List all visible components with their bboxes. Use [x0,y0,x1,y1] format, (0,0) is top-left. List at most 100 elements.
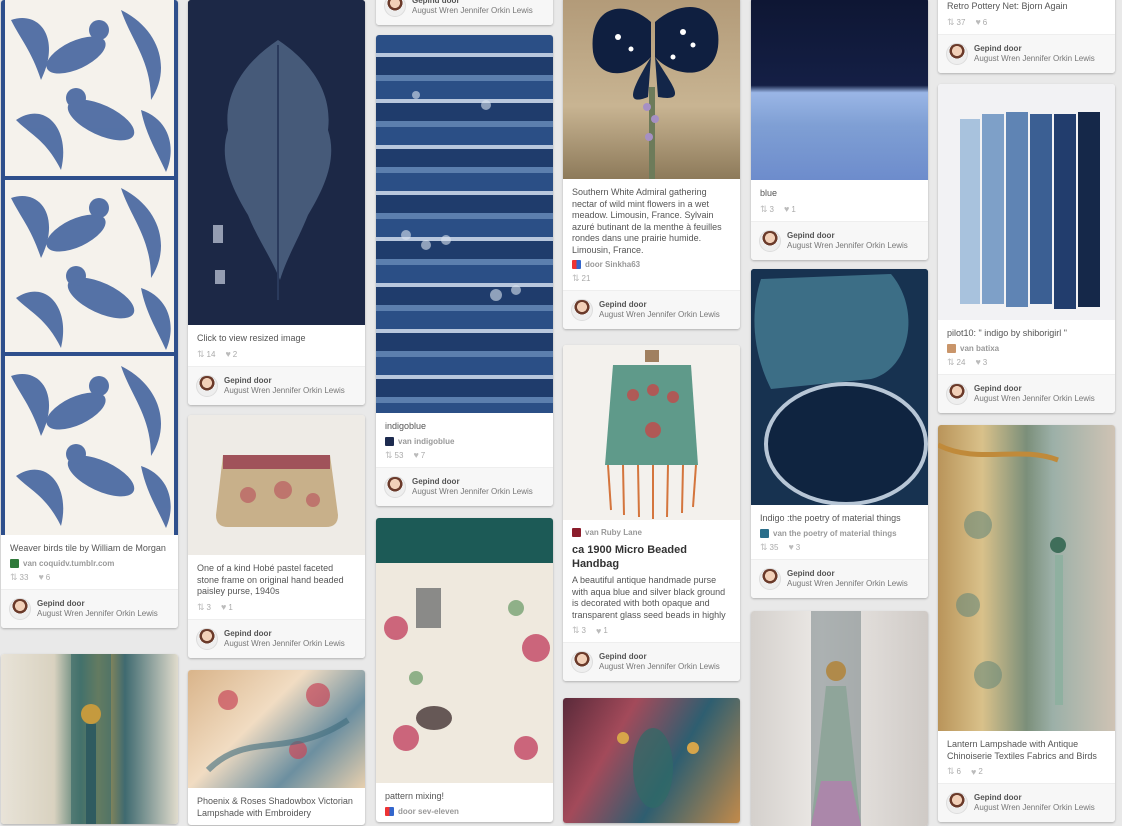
pin-attribution[interactable]: Gepind door August Wren Jennifer Orkin Le… [938,33,1115,73]
pin-image-indigo-ceramics[interactable] [751,269,928,505]
pin-card[interactable]: Phoenix & Roses Shadowbox Victorian Lamp… [188,670,365,825]
board-name[interactable]: August Wren Jennifer Orkin Lewis [224,386,345,395]
pinner-label: Gepind door [599,652,647,661]
pin-source-text[interactable]: van indigoblue [398,437,454,446]
pin-image-weaver-birds-tile[interactable] [1,0,178,535]
pin-image-indigo-swatches[interactable] [938,84,1115,320]
pin-source[interactable]: van Ruby Lane [572,528,731,537]
pin-attribution[interactable]: Gepind door August Wren Jennifer Orkin Le… [938,783,1115,822]
avatar[interactable] [384,0,406,17]
pin-card[interactable]: Indigo :the poetry of material things va… [751,269,928,598]
avatar[interactable] [946,42,968,65]
pin-card[interactable] [751,611,928,826]
pin-card[interactable]: Gepind door August Wren Jennifer Orkin Le… [376,0,553,25]
pin-attribution[interactable]: Gepind door August Wren Jennifer Orkin Le… [751,220,928,260]
pin-source-text[interactable]: van Ruby Lane [585,528,642,537]
pin-image-tassel-lamp[interactable] [751,611,928,826]
board-name[interactable]: August Wren Jennifer Orkin Lewis [412,487,533,496]
pin-image-indigo-fabrics[interactable] [376,35,553,413]
board-name[interactable]: August Wren Jennifer Orkin Lewis [787,241,908,250]
pin-card[interactable]: Weaver birds tile by William de Morgan v… [1,0,178,628]
avatar[interactable] [571,299,593,321]
pin-source-text[interactable]: van batixa [960,344,999,353]
pin-description: A beautiful antique handmade purse with … [572,575,726,620]
board-name[interactable]: August Wren Jennifer Orkin Lewis [974,394,1095,403]
pin-card[interactable]: Southern White Admiral gathering nectar … [563,0,740,329]
pin-attribution[interactable]: Gepind door August Wren Jennifer Orkin Le… [563,642,740,681]
repin-icon: ⇅ [10,571,18,582]
pin-card[interactable]: pilot10: " indigo by shiborigirl " van b… [938,84,1115,413]
avatar[interactable] [946,382,968,405]
board-name[interactable]: August Wren Jennifer Orkin Lewis [974,54,1095,63]
pin-source[interactable]: door Sinkha63 [572,260,731,269]
pinner-label: Gepind door [412,0,460,5]
pin-image-blue-painting[interactable] [751,0,928,180]
pin-image-lantern-lampshade[interactable] [938,425,1115,731]
pin-attribution[interactable]: Gepind door August Wren Jennifer Orkin Le… [188,365,365,405]
pin-image-floral-sink[interactable] [376,518,553,783]
pin-attribution[interactable]: Gepind door August Wren Jennifer Orkin Le… [751,558,928,598]
board-name[interactable]: August Wren Jennifer Orkin Lewis [599,310,720,319]
pinner-label: Gepind door [37,598,85,608]
pin-image-butterfly[interactable] [563,0,740,179]
heart-icon: ♥ [975,357,981,367]
pin-source-text[interactable]: van coquidv.tumblr.com [23,559,114,568]
heart-icon: ♥ [784,204,790,214]
pin-attribution[interactable]: Gepind door August Wren Jennifer Orkin Le… [563,290,740,329]
board-name[interactable]: August Wren Jennifer Orkin Lewis [974,803,1095,812]
pin-source[interactable]: van the poetry of material things [760,528,919,538]
board-name[interactable]: August Wren Jennifer Orkin Lewis [37,609,158,618]
repin-icon: ⇅ [572,273,580,283]
pin-card[interactable]: indigoblue van indigoblue ⇅ 53 ♥ 7 Gepind … [376,35,553,506]
pin-attribution[interactable]: Gepind door August Wren Jennifer Orkin Le… [1,588,178,628]
avatar[interactable] [571,651,593,673]
pin-description: One of a kind Hobé pastel faceted stone … [197,563,344,596]
board-name[interactable]: August Wren Jennifer Orkin Lewis [787,579,908,588]
pin-attribution[interactable]: Gepind door August Wren Jennifer Orkin Le… [376,466,553,506]
pin-image-phoenix-lampshade[interactable] [188,670,365,788]
pin-source-text[interactable]: van the poetry of material things [773,529,897,538]
repin-count: ⇅ 35 [760,541,779,552]
pin-source[interactable]: door sev-eleven [385,806,544,816]
pin-stats: ⇅ 53 ♥ 7 [385,450,544,461]
avatar[interactable] [759,229,781,252]
pin-attribution[interactable]: Gepind door August Wren Jennifer Orkin Le… [376,0,553,25]
pin-image-micro-beaded-handbag[interactable] [563,345,740,520]
avatar[interactable] [384,475,406,498]
pin-source[interactable]: van batixa [947,343,1106,353]
pin-image-tassel[interactable] [1,654,178,824]
board-name[interactable]: August Wren Jennifer Orkin Lewis [412,6,533,15]
pin-card[interactable] [563,698,740,823]
avatar[interactable] [946,792,968,814]
pin-card[interactable]: blue ⇅ 3 ♥ 1 Gepind door August Wren Jennif… [751,0,928,260]
repin-icon: ⇅ [385,449,393,460]
like-count: ♥ 2 [971,766,983,777]
pin-card[interactable]: Retro Pottery Net: Bjorn Again ⇅ 37 ♥ 6 Ge… [938,0,1115,73]
avatar[interactable] [196,374,218,397]
pin-source-text[interactable]: door sev-eleven [398,807,459,816]
pin-source[interactable]: van indigoblue [385,436,544,446]
pin-card[interactable]: One of a kind Hobé pastel faceted stone … [188,415,365,658]
pin-stats: ⇅ 3 ♥ 1 [197,602,356,613]
pin-card[interactable]: Click to view resized image ⇅ 14 ♥ 2 Gepin… [188,0,365,405]
pinner-label: Gepind door [412,476,460,486]
pin-attribution[interactable]: Gepind door August Wren Jennifer Orkin Le… [938,373,1115,413]
board-name[interactable]: August Wren Jennifer Orkin Lewis [599,662,720,671]
repin-icon: ⇅ [197,601,205,612]
pin-card[interactable] [1,654,178,824]
pin-image-peacock-lampshade[interactable] [563,698,740,823]
pin-card[interactable]: Lantern Lampshade with Antique Chinoiser… [938,425,1115,822]
board-name[interactable]: August Wren Jennifer Orkin Lewis [224,639,345,648]
avatar[interactable] [9,597,31,620]
pin-card[interactable]: pattern mixing! door sev-eleven [376,518,553,822]
pin-card[interactable]: van Ruby Lane ca 1900 Micro Beaded Handb… [563,345,740,681]
pin-source-text[interactable]: door Sinkha63 [585,260,640,269]
source-favicon-icon [572,260,581,269]
pin-attribution[interactable]: Gepind door August Wren Jennifer Orkin Le… [188,618,365,658]
avatar[interactable] [196,627,218,650]
avatar[interactable] [759,567,781,590]
pin-image-shibori-leaf[interactable] [188,0,365,325]
pin-source[interactable]: van coquidv.tumblr.com [10,558,169,568]
pin-description: Lantern Lampshade with Antique Chinoiser… [947,739,1097,761]
pin-image-beaded-purse[interactable] [188,415,365,555]
